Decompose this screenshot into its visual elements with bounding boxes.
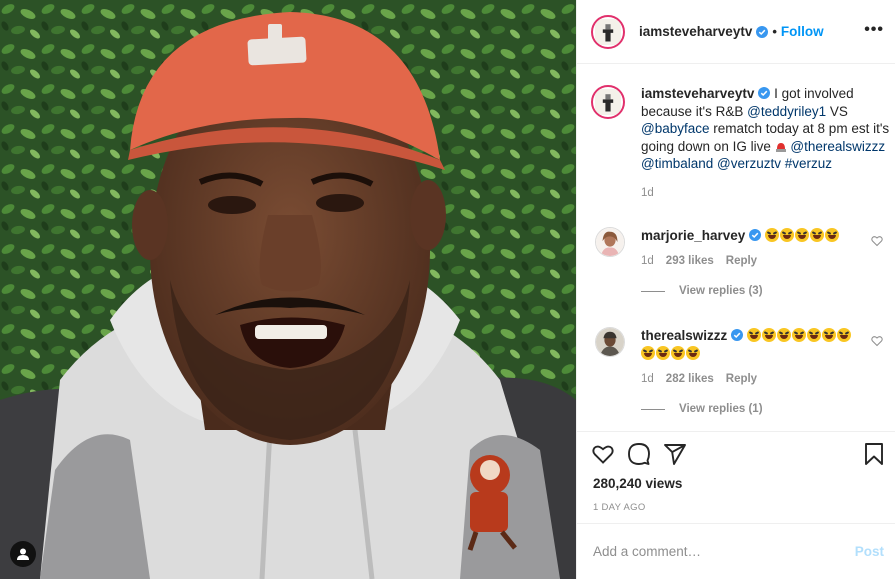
- laughing-emoji-icon: [810, 228, 825, 242]
- mention-link[interactable]: @verzuztv: [717, 156, 781, 171]
- comments-list[interactable]: iamsteveharveytv I got involved because …: [577, 65, 895, 431]
- post-side-panel: iamsteveharveytv • Follow ••• iamsteveha…: [576, 0, 895, 579]
- laughing-emoji-icon: [656, 346, 670, 360]
- laughing-emoji-icon: [792, 328, 807, 342]
- tagged-users-button[interactable]: [10, 541, 36, 567]
- replies-divider: [641, 408, 665, 410]
- add-comment-form: Post: [577, 523, 895, 579]
- comment-meta: 1d 293 likes Reply: [641, 255, 891, 267]
- laughing-emoji-icon: [765, 228, 780, 242]
- laughing-emoji-icon: [807, 328, 822, 342]
- caption-text-segment: VS: [826, 103, 848, 119]
- commenter-avatar[interactable]: [595, 327, 625, 357]
- header-separator: •: [772, 24, 777, 39]
- laughing-emoji-icon: [780, 228, 795, 242]
- comment-body: therealswizzz: [641, 327, 891, 363]
- like-comment-heart-icon[interactable]: [871, 235, 883, 247]
- comment-item: marjorie_harvey 1d 293 likes Reply View re…: [591, 227, 891, 297]
- avatar-image: [595, 89, 621, 115]
- avatar-image: [595, 18, 621, 45]
- author-avatar[interactable]: [591, 14, 625, 49]
- laughing-emoji-icon: [641, 346, 655, 360]
- share-icon[interactable]: [663, 442, 687, 466]
- more-options-button[interactable]: •••: [864, 22, 884, 38]
- comment-likes[interactable]: 293 likes: [666, 255, 714, 267]
- comment-body: marjorie_harvey: [641, 227, 891, 245]
- verified-badge-icon: [731, 329, 744, 341]
- bookmark-icon: [865, 443, 883, 465]
- verified-badge-icon: [749, 229, 762, 241]
- view-replies-label: View replies (3): [679, 285, 763, 297]
- comment-item: therealswizzz 1d 282 likes Reply View repl…: [591, 327, 891, 415]
- post-actions: 280,240 views 1 DAY AGO: [577, 431, 895, 523]
- reply-button[interactable]: Reply: [726, 255, 757, 267]
- hashtag-link[interactable]: #verzuz: [785, 156, 832, 171]
- user-icon: [17, 548, 29, 560]
- mention-link[interactable]: @timbaland: [641, 156, 713, 171]
- mention-link[interactable]: @therealswizzz: [790, 139, 885, 154]
- siren-emoji-icon: [775, 142, 786, 152]
- comment-emoji-text: [765, 228, 840, 243]
- verified-badge-icon: [756, 25, 769, 38]
- reply-button[interactable]: Reply: [726, 373, 757, 385]
- replies-divider: [641, 290, 665, 292]
- mention-link[interactable]: @teddyriley1: [747, 104, 826, 119]
- comment-input[interactable]: [593, 544, 855, 559]
- heart-icon[interactable]: [591, 442, 615, 466]
- caption-time[interactable]: 1d: [641, 187, 891, 199]
- comment-likes[interactable]: 282 likes: [666, 373, 714, 385]
- laughing-emoji-icon: [837, 328, 852, 342]
- caption-author-avatar[interactable]: [591, 85, 625, 119]
- caption-username[interactable]: iamsteveharveytv: [641, 86, 754, 101]
- post-comment-button[interactable]: Post: [855, 544, 884, 559]
- view-replies-button[interactable]: View replies (3): [641, 285, 891, 297]
- save-button[interactable]: [862, 442, 886, 469]
- laughing-emoji-icon: [777, 328, 792, 342]
- view-replies-button[interactable]: View replies (1): [641, 403, 891, 415]
- caption-text: iamsteveharveytv I got involved because …: [641, 85, 891, 173]
- post-caption: iamsteveharveytv I got involved because …: [591, 85, 891, 199]
- post-video[interactable]: [0, 0, 576, 579]
- verified-badge-icon: [758, 87, 771, 99]
- view-count[interactable]: 280,240 views: [593, 476, 682, 491]
- laughing-emoji-icon: [795, 228, 810, 242]
- avatar-image: [596, 228, 624, 256]
- comment-username[interactable]: marjorie_harvey: [641, 228, 745, 243]
- post-timestamp[interactable]: 1 DAY AGO: [593, 502, 646, 513]
- comment-meta: 1d 282 likes Reply: [641, 373, 891, 385]
- comment-time[interactable]: 1d: [641, 255, 654, 267]
- post-header: iamsteveharveytv • Follow •••: [577, 0, 895, 64]
- action-icons: [591, 442, 687, 466]
- laughing-emoji-icon: [825, 228, 840, 242]
- comment-icon[interactable]: [627, 442, 651, 466]
- comment-time[interactable]: 1d: [641, 373, 654, 385]
- commenter-avatar[interactable]: [595, 227, 625, 257]
- laughing-emoji-icon: [671, 346, 685, 360]
- mention-link[interactable]: @babyface: [641, 121, 710, 136]
- view-replies-label: View replies (1): [679, 403, 763, 415]
- laughing-emoji-icon: [822, 328, 837, 342]
- follow-button[interactable]: Follow: [781, 24, 824, 39]
- laughing-emoji-icon: [762, 328, 777, 342]
- video-frame: [0, 0, 576, 579]
- like-comment-heart-icon[interactable]: [871, 335, 883, 347]
- laughing-emoji-icon: [686, 346, 700, 360]
- comment-username[interactable]: therealswizzz: [641, 328, 727, 343]
- avatar-image: [596, 328, 624, 356]
- laughing-emoji-icon: [747, 328, 762, 342]
- author-username[interactable]: iamsteveharveytv: [639, 24, 752, 39]
